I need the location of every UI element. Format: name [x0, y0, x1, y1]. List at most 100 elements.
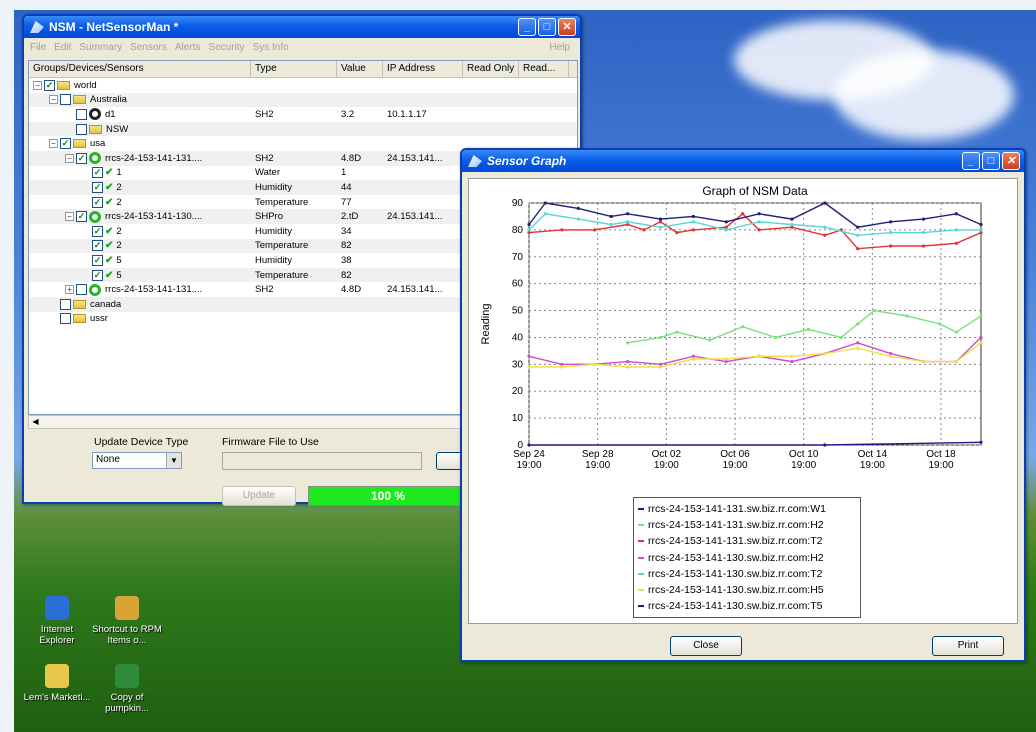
close-button[interactable]: ✕ [558, 18, 576, 36]
node-checkbox[interactable]: ✓ [92, 181, 103, 193]
collapse-icon[interactable]: − [65, 153, 74, 163]
x-tick-label: Oct 10 19:00 [789, 449, 819, 471]
tree-node: − Australia [29, 94, 251, 106]
node-checkbox[interactable]: ✓ [92, 196, 103, 208]
menu-item-help[interactable]: Help [545, 42, 574, 53]
series-point [626, 341, 630, 345]
desktop-icon-folder[interactable]: Lem's Marketi... [22, 664, 92, 703]
series-point [527, 354, 531, 358]
series-point [576, 206, 580, 210]
node-checkbox[interactable] [76, 284, 87, 296]
series-point [560, 228, 564, 232]
legend-swatch [638, 540, 644, 543]
menu-item-sys-info[interactable]: Sys Info [249, 42, 293, 53]
node-checkbox[interactable] [60, 94, 71, 106]
maximize-button[interactable]: □ [982, 152, 1000, 170]
minimize-button[interactable]: _ [518, 18, 536, 36]
node-checkbox[interactable] [76, 123, 87, 135]
collapse-icon[interactable]: − [65, 212, 74, 222]
graph-titlebar[interactable]: Sensor Graph _ □ ✕ [462, 150, 1024, 172]
device-type-select[interactable]: None ▼ [92, 452, 182, 469]
column-header[interactable]: Read Only [463, 61, 519, 77]
scroll-left-icon[interactable]: ◀ [29, 416, 42, 428]
series-point [658, 365, 663, 369]
collapse-icon[interactable]: − [49, 95, 58, 105]
series-point [823, 201, 827, 205]
legend-swatch [638, 572, 644, 575]
column-header[interactable]: Type [251, 61, 337, 77]
series-point [642, 228, 646, 232]
node-checkbox[interactable]: ✓ [92, 269, 103, 281]
tick-icon: ✔ [105, 181, 114, 193]
column-header[interactable]: Read... [519, 61, 569, 77]
column-header[interactable]: Value [337, 61, 383, 77]
node-name: ussr [90, 313, 108, 325]
collapse-icon[interactable]: − [49, 139, 58, 149]
node-name: rrcs-24-153-141-131.... [105, 152, 203, 164]
menu-item-edit[interactable]: Edit [50, 42, 75, 53]
node-checkbox[interactable] [60, 298, 71, 310]
tree-row[interactable]: − ✓ world [29, 78, 577, 93]
node-name: Australia [90, 94, 127, 106]
desktop-icon-excel[interactable]: Copy of pumpkin... [92, 664, 162, 714]
maximize-button[interactable]: □ [538, 18, 556, 36]
series-point [806, 327, 811, 331]
series-point [839, 335, 843, 340]
series-point [708, 338, 712, 342]
chevron-down-icon[interactable]: ▼ [166, 453, 181, 468]
desktop-icon-shortcut[interactable]: Shortcut to RPM Items o... [92, 596, 162, 646]
node-name: usa [90, 138, 106, 150]
node-type: Humidity [255, 181, 292, 193]
legend-swatch [638, 605, 644, 608]
node-checkbox[interactable]: ✓ [44, 79, 55, 91]
tree-row[interactable]: NSW [29, 121, 577, 137]
tick-icon: ✔ [105, 240, 114, 252]
node-checkbox[interactable]: ✓ [92, 167, 103, 179]
nsm-titlebar[interactable]: NSM - NetSensorMan * _ □ ✕ [24, 16, 580, 38]
tree-node: d1 [29, 108, 251, 121]
y-tick-label: 10 [512, 413, 524, 424]
desktop-icon-internet-explorer[interactable]: Internet Explorer [22, 596, 92, 646]
print-button[interactable]: Print [932, 636, 1004, 656]
node-name: NSW [106, 123, 129, 135]
collapse-icon[interactable]: − [33, 80, 42, 90]
tree-row[interactable]: − Australia [29, 92, 577, 108]
sensor-graph-window[interactable]: Sensor Graph _ □ ✕ Graph of NSM Data 0 10 2… [460, 148, 1026, 662]
y-tick-label: 20 [512, 386, 524, 397]
series-point [790, 354, 794, 358]
menu-item-summary[interactable]: Summary [75, 42, 126, 53]
tick-icon: ✔ [105, 196, 114, 208]
menu-item-file[interactable]: File [26, 42, 50, 53]
node-value: 4.8D [341, 284, 362, 296]
series-point [954, 330, 958, 334]
node-checkbox[interactable]: ✓ [76, 211, 87, 223]
node-name: 5 [116, 269, 122, 281]
series-point [856, 225, 860, 229]
menu-item-security[interactable]: Security [204, 42, 248, 53]
node-checkbox[interactable]: ✓ [92, 240, 103, 252]
desktop-icon-label: Copy of pumpkin... [105, 692, 149, 714]
node-type: Temperature [255, 240, 309, 252]
tree-row[interactable]: d1 SH2 3.2 10.1.1.17 [29, 107, 577, 122]
series-point [560, 365, 564, 369]
series-point [527, 365, 531, 369]
menu-item-alerts[interactable]: Alerts [171, 42, 205, 53]
menu-bar: File Edit Summary Sensors Alerts Security Sys … [24, 38, 580, 56]
node-checkbox[interactable]: ✓ [92, 254, 103, 266]
column-header[interactable]: Groups/Devices/Sensors [29, 61, 251, 77]
menu-item-sensors[interactable]: Sensors [126, 42, 171, 53]
update-button[interactable]: Update [222, 486, 296, 506]
minimize-button[interactable]: _ [962, 152, 980, 170]
close-button[interactable]: Close [670, 636, 742, 656]
expand-icon[interactable]: + [65, 285, 74, 295]
close-window-button[interactable]: ✕ [1002, 152, 1020, 170]
node-checkbox[interactable]: ✓ [76, 152, 87, 164]
node-checkbox[interactable] [60, 313, 71, 325]
node-checkbox[interactable] [76, 108, 87, 120]
legend-entry: rrcs-24-153-141-130.sw.biz.rr.com:T5 [638, 598, 856, 614]
node-checkbox[interactable]: ✓ [92, 225, 103, 237]
node-value: 44 [341, 181, 352, 193]
node-checkbox[interactable]: ✓ [60, 138, 71, 150]
firmware-file-field[interactable] [222, 452, 422, 470]
column-header[interactable]: IP Address [383, 61, 463, 77]
